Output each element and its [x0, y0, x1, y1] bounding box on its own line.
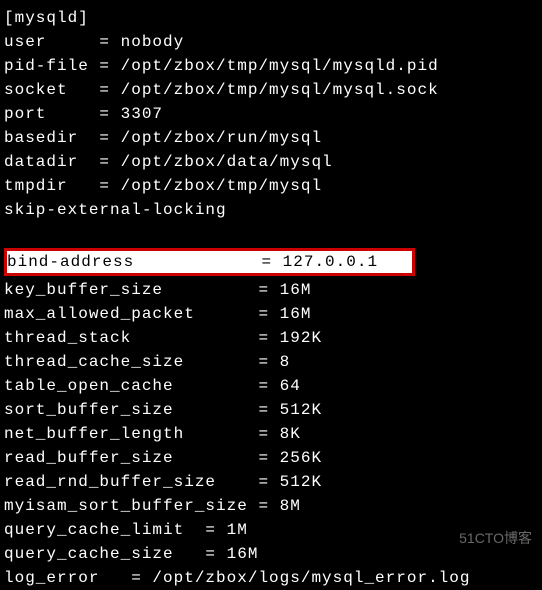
config-line: sort_buffer_size = 512K	[4, 398, 538, 422]
config-line: read_buffer_size = 256K	[4, 446, 538, 470]
watermark-text: 51CTO博客	[459, 528, 532, 549]
config-line: basedir = /opt/zbox/run/mysql	[4, 126, 538, 150]
config-line: socket = /opt/zbox/tmp/mysql/mysql.sock	[4, 78, 538, 102]
config-line: tmpdir = /opt/zbox/tmp/mysql	[4, 174, 538, 198]
config-line: log_error = /opt/zbox/logs/mysql_error.l…	[4, 566, 538, 590]
config-line: thread_stack = 192K	[4, 326, 538, 350]
config-line: query_cache_limit = 1M	[4, 518, 538, 542]
config-line: net_buffer_length = 8K	[4, 422, 538, 446]
blank-line	[4, 222, 538, 246]
config-line: user = nobody	[4, 30, 538, 54]
config-line: myisam_sort_buffer_size = 8M	[4, 494, 538, 518]
section-header: [mysqld]	[4, 6, 538, 30]
config-line: datadir = /opt/zbox/data/mysql	[4, 150, 538, 174]
config-line: read_rnd_buffer_size = 512K	[4, 470, 538, 494]
config-line: table_open_cache = 64	[4, 374, 538, 398]
config-line-highlight: bind-address = 127.0.0.1	[7, 253, 410, 271]
config-line: key_buffer_size = 16M	[4, 278, 538, 302]
config-line: skip-external-locking	[4, 198, 538, 222]
config-line: port = 3307	[4, 102, 538, 126]
highlighted-bind-address: bind-address = 127.0.0.1	[4, 248, 415, 276]
config-line: pid-file = /opt/zbox/tmp/mysql/mysqld.pi…	[4, 54, 538, 78]
config-line: thread_cache_size = 8	[4, 350, 538, 374]
config-line: max_allowed_packet = 16M	[4, 302, 538, 326]
